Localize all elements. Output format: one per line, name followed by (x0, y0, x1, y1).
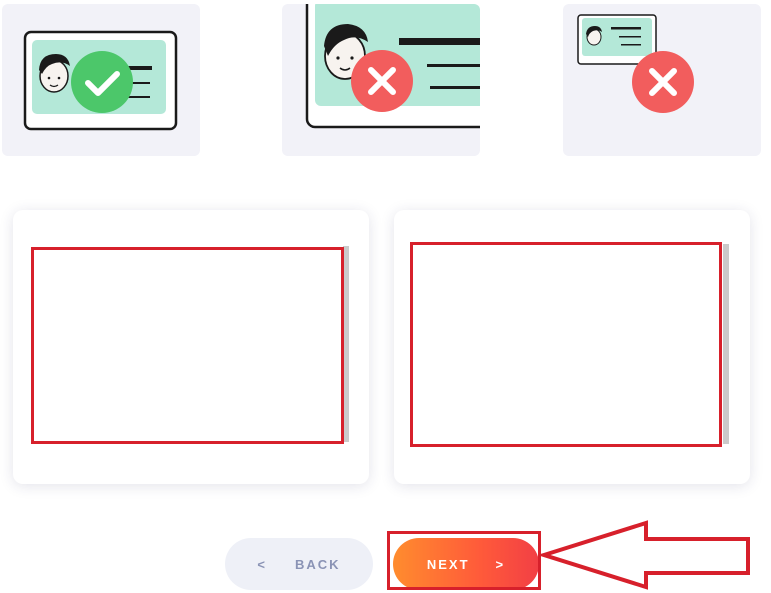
face-icon (39, 54, 70, 93)
id-card-illustration (23, 30, 178, 131)
pointer-arrow-icon (540, 520, 750, 590)
back-button-label: BACK (295, 556, 341, 572)
chevron-left-icon: < (257, 556, 268, 572)
back-button[interactable]: < BACK (225, 538, 373, 590)
check-icon (71, 51, 133, 113)
close-icon (632, 51, 694, 113)
upload-box-front[interactable] (13, 210, 369, 484)
example-card-correct (2, 4, 200, 156)
upload-box-back[interactable] (394, 210, 750, 484)
id-card-illustration (577, 14, 694, 113)
upload-image-edge (723, 244, 729, 444)
upload-area-back-highlighted[interactable] (410, 242, 722, 447)
face-icon (586, 26, 602, 46)
close-icon (351, 50, 413, 112)
upload-area-front-highlighted[interactable] (31, 247, 344, 444)
example-card-too-close (282, 4, 480, 156)
next-button-highlight (387, 531, 541, 590)
id-card-illustration (305, 4, 480, 129)
example-card-too-far (563, 4, 761, 156)
